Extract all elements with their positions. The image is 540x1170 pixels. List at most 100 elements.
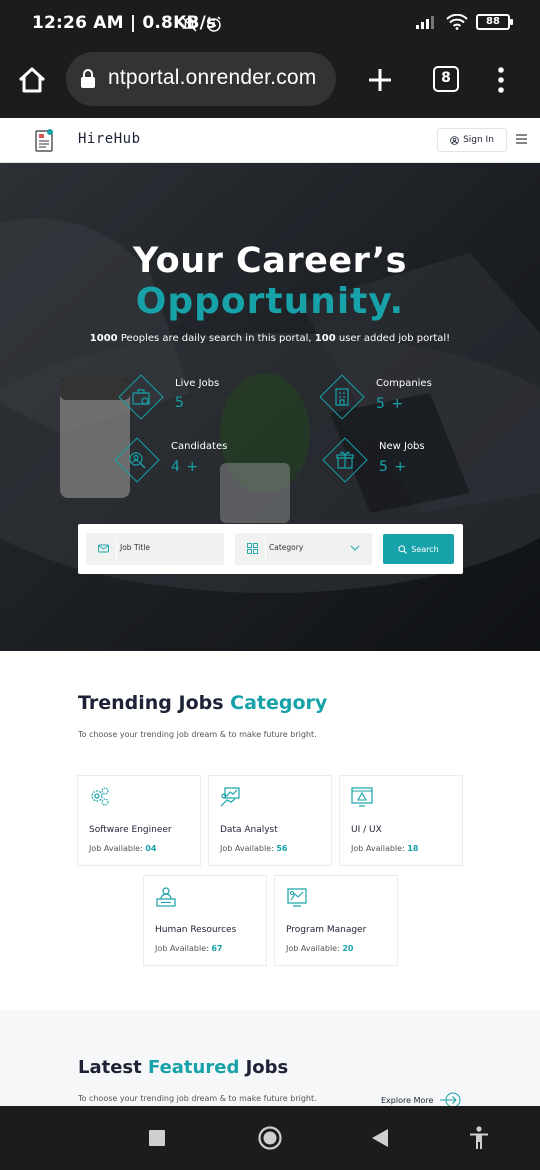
address-bar[interactable]: ntportal.onrender.com	[66, 52, 336, 106]
sign-in-label: Sign In	[463, 135, 494, 145]
mute-icon	[181, 16, 197, 32]
stat-live-jobs: Live Jobs 5	[118, 374, 238, 424]
job-title-input[interactable]: Job Title	[86, 533, 224, 565]
home-icon[interactable]	[14, 62, 50, 98]
browser-toolbar: ntportal.onrender.com 8	[0, 46, 540, 118]
building-icon	[335, 388, 349, 406]
hero-subtitle: 1000 Peoples are daily search in this po…	[0, 333, 540, 344]
url-text: ntportal.onrender.com	[108, 66, 317, 89]
hero-subtitle-text-1: Peoples are daily search in this portal,	[117, 333, 315, 344]
gears-icon	[91, 787, 109, 806]
category-card-human-resources[interactable]: Human Resources Job Available: 67	[143, 875, 267, 966]
grid-icon	[247, 543, 258, 554]
category-count: Job Available: 20	[286, 944, 353, 953]
count-value: 20	[342, 944, 354, 953]
alarm-icon	[207, 16, 221, 32]
featured-title-text-1: Latest	[78, 1057, 149, 1078]
hero-section: Your Career’s Opportunity. 1000 Peoples …	[0, 163, 540, 651]
category-name: Human Resources	[155, 925, 237, 935]
gift-icon	[336, 451, 354, 469]
category-card-software-engineer[interactable]: Software Engineer Job Available: 04	[77, 775, 201, 866]
field-divider	[116, 538, 117, 560]
trending-title-text: Trending Jobs	[78, 692, 231, 714]
wifi-icon	[446, 14, 468, 30]
featured-jobs-section: Latest Featured Jobs To choose your tren…	[0, 1010, 540, 1108]
count-label: Job Available:	[286, 944, 343, 953]
stat-companies: Companies 5 +	[319, 374, 439, 424]
logo-icon[interactable]	[32, 126, 56, 154]
category-card-program-manager[interactable]: Program Manager Job Available: 20	[274, 875, 398, 966]
category-count: Job Available: 56	[220, 844, 287, 853]
category-name: Program Manager	[286, 925, 367, 935]
stat-label: Live Jobs	[175, 378, 220, 389]
stat-label: New Jobs	[379, 441, 425, 452]
stat-value: 5 +	[376, 396, 405, 412]
search-icon	[398, 544, 408, 554]
stat-candidates: Candidates 4 +	[114, 437, 234, 487]
lock-icon	[81, 69, 95, 88]
hero-title-line1: Your Career’s	[133, 241, 407, 281]
stat-value: 5 +	[379, 459, 408, 475]
hr-icon	[156, 887, 176, 907]
hero-background-image	[0, 163, 540, 651]
featured-section-title: Latest Featured Jobs	[78, 1057, 288, 1078]
trending-subtitle: To choose your trending job dream & to m…	[78, 730, 317, 739]
field-divider	[265, 538, 266, 560]
tab-switcher-button[interactable]: 8	[433, 66, 459, 92]
battery-icon: 88	[476, 14, 513, 30]
featured-title-text-2: Jobs	[239, 1057, 289, 1078]
count-value: 67	[211, 944, 223, 953]
hamburger-menu-icon[interactable]	[516, 134, 527, 144]
count-label: Job Available:	[351, 844, 408, 853]
trending-section-title: Trending Jobs Category	[78, 692, 327, 714]
status-bar: 12:26 AM | 0.8KB/s 88	[0, 0, 540, 46]
recent-apps-icon[interactable]	[149, 1130, 165, 1146]
logo-text[interactable]: HireHub	[78, 131, 141, 147]
stat-label: Companies	[376, 378, 432, 389]
briefcase-icon	[132, 389, 150, 405]
category-select[interactable]: Category	[235, 533, 372, 565]
chevron-down-icon	[350, 545, 360, 551]
category-name: Data Analyst	[220, 825, 278, 835]
category-count: Job Available: 67	[155, 944, 222, 953]
count-label: Job Available:	[220, 844, 277, 853]
count-value: 04	[145, 844, 157, 853]
new-tab-icon[interactable]	[362, 62, 398, 98]
hero-subtitle-number-2: 100	[314, 333, 336, 344]
stat-value: 5	[175, 395, 185, 411]
trending-title-accent: Category	[230, 692, 328, 714]
data-analyst-icon	[220, 787, 240, 807]
category-name: Software Engineer	[89, 825, 172, 835]
count-value: 18	[407, 844, 419, 853]
explore-more-label: Explore More	[381, 1095, 434, 1105]
count-value: 56	[276, 844, 288, 853]
count-label: Job Available:	[89, 844, 146, 853]
category-card-ui-ux[interactable]: UI / UX Job Available: 18	[339, 775, 463, 866]
search-button[interactable]: Search	[383, 534, 454, 564]
system-nav-bar	[0, 1106, 540, 1170]
count-label: Job Available:	[155, 944, 212, 953]
home-nav-icon[interactable]	[258, 1126, 282, 1150]
category-count: Job Available: 04	[89, 844, 156, 853]
job-title-placeholder: Job Title	[120, 543, 151, 552]
more-options-icon[interactable]	[490, 62, 512, 98]
sign-in-button[interactable]: Sign In	[437, 128, 507, 152]
featured-title-accent: Featured	[148, 1057, 240, 1078]
hero-subtitle-number-1: 1000	[89, 333, 118, 344]
category-count: Job Available: 18	[351, 844, 418, 853]
stat-new-jobs: New Jobs 5 +	[322, 437, 442, 487]
stat-value: 4 +	[171, 459, 200, 475]
back-icon[interactable]	[371, 1128, 389, 1148]
search-button-label: Search	[411, 544, 439, 554]
signal-icon	[416, 16, 434, 29]
design-icon	[351, 787, 373, 807]
envelope-icon	[98, 544, 109, 553]
manager-icon	[287, 888, 307, 907]
stat-label: Candidates	[171, 441, 228, 452]
category-placeholder: Category	[269, 543, 304, 552]
accessibility-icon[interactable]	[469, 1126, 489, 1150]
featured-subtitle: To choose your trending job dream & to m…	[78, 1094, 317, 1103]
category-card-data-analyst[interactable]: Data Analyst Job Available: 56	[208, 775, 332, 866]
hero-title-line2: Opportunity.	[135, 281, 405, 322]
job-search-form: Job Title Category Search	[78, 524, 463, 574]
